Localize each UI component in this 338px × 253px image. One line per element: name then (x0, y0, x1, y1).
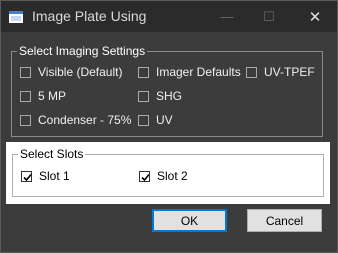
checkbox-box[interactable] (20, 66, 31, 78)
maximize-icon: ☐ (263, 8, 275, 24)
title-bar[interactable]: Image Plate Using — ☐ ✕ (1, 1, 337, 32)
checkbox-box[interactable] (20, 114, 31, 126)
maximize-button[interactable]: ☐ (253, 1, 285, 32)
imaging-settings-group: Select Imaging Settings Visible (Default… (11, 43, 323, 137)
checkbox-imager-defaults[interactable]: Imager Defaults (138, 65, 241, 79)
checkbox-label: 5 MP (38, 89, 67, 103)
checkbox-box[interactable] (139, 170, 150, 182)
check-icon (23, 173, 32, 181)
window-title: Image Plate Using (32, 8, 147, 24)
checkbox-uv-tpef[interactable]: UV-TPEF (246, 65, 315, 79)
checkbox-label: Visible (Default) (38, 65, 123, 79)
minimize-icon: — (220, 9, 234, 24)
close-button[interactable]: ✕ (299, 1, 331, 32)
checkbox-slot-1[interactable]: Slot 1 (21, 169, 70, 183)
checkbox-shg[interactable]: SHG (138, 89, 182, 103)
checkbox-label: Condenser - 75% (38, 113, 132, 127)
checkbox-box[interactable] (138, 114, 149, 126)
ok-button[interactable]: OK (152, 209, 227, 232)
checkbox-label: Slot 1 (39, 169, 70, 183)
checkbox-box[interactable] (246, 66, 257, 78)
checkbox-box[interactable] (21, 170, 32, 182)
close-icon: ✕ (308, 8, 322, 26)
checkbox-condenser-75[interactable]: Condenser - 75% (20, 113, 131, 127)
check-icon (141, 173, 150, 181)
checkbox-label: UV-TPEF (264, 65, 315, 79)
checkbox-box[interactable] (20, 90, 31, 102)
checkbox-label: Imager Defaults (156, 65, 241, 79)
checkbox-slot-2[interactable]: Slot 2 (139, 169, 188, 183)
slots-panel: Select Slots Slot 1 Slot 2 (6, 142, 330, 204)
app-icon (9, 11, 23, 23)
slots-title: Select Slots (18, 146, 86, 162)
checkbox-label: Slot 2 (157, 169, 188, 183)
dialog-window: Image Plate Using — ☐ ✕ Select Imaging S… (0, 0, 338, 253)
minimize-button[interactable]: — (211, 1, 243, 32)
checkbox-5mp[interactable]: 5 MP (20, 89, 66, 103)
checkbox-box[interactable] (138, 66, 149, 78)
checkbox-visible-default[interactable]: Visible (Default) (20, 65, 122, 79)
checkbox-box[interactable] (138, 90, 149, 102)
checkbox-uv[interactable]: UV (138, 113, 173, 127)
checkbox-label: SHG (156, 89, 183, 103)
checkbox-label: UV (156, 113, 173, 127)
slots-group: Select Slots Slot 1 Slot 2 (12, 146, 324, 197)
cancel-button[interactable]: Cancel (247, 209, 322, 232)
imaging-settings-title: Select Imaging Settings (17, 43, 148, 59)
